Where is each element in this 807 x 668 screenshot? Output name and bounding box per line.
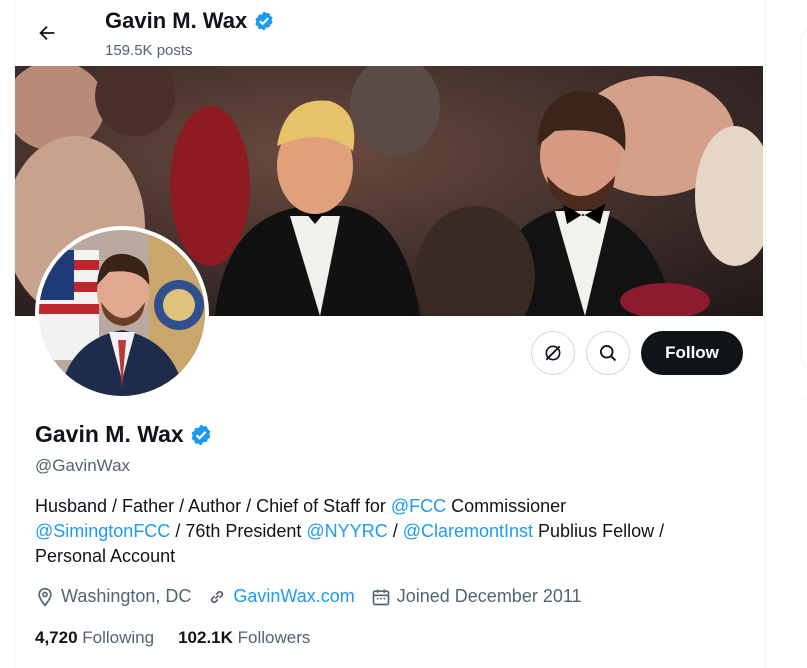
mention-link[interactable]: @SimingtonFCC — [35, 521, 170, 541]
sidebar-divider — [803, 398, 807, 399]
grok-button[interactable] — [531, 331, 575, 375]
arrow-left-icon — [39, 25, 55, 41]
follow-button[interactable]: Follow — [641, 331, 743, 375]
display-name: Gavin M. Wax — [35, 421, 184, 447]
profile-handle: @GavinWax — [35, 456, 131, 475]
location-text: Washington, DC — [61, 586, 192, 606]
calendar-icon — [372, 589, 390, 605]
verified-badge-icon[interactable] — [189, 423, 213, 447]
following-link[interactable]: 4,720 Following — [35, 628, 154, 648]
joined-text: Joined December 2011 — [396, 586, 582, 606]
bio-text: Personal Account — [35, 546, 176, 566]
grok-icon — [545, 345, 561, 361]
header-title: Gavin M. Wax — [105, 8, 275, 34]
bio-text: Publius Fellow / — [533, 521, 665, 541]
avatar[interactable] — [35, 226, 209, 400]
mention-link[interactable]: @FCC — [391, 496, 446, 516]
followers-link[interactable]: 102.1K Followers — [178, 628, 310, 648]
post-count: 159.5K posts — [105, 42, 193, 59]
bio-text: / 76th President — [170, 521, 307, 541]
joined-item: Joined December 2011 — [371, 586, 582, 607]
location-item: Washington, DC — [35, 586, 191, 607]
website-link[interactable]: GavinWax.com — [233, 586, 354, 607]
profile-bio: Husband / Father / Author / Chief of Sta… — [35, 494, 735, 569]
location-pin-icon — [38, 587, 52, 607]
back-button[interactable] — [28, 14, 66, 52]
website-item[interactable]: GavinWax.com — [207, 586, 355, 607]
followers-label: Followers — [237, 628, 311, 647]
link-icon — [211, 590, 224, 603]
following-count: 4,720 — [35, 628, 78, 647]
bio-text: Husband / Father / Author / Chief of Sta… — [35, 496, 391, 516]
header-name: Gavin M. Wax — [105, 8, 248, 33]
mention-link[interactable]: @NYYRC — [306, 521, 387, 541]
profile-name: Gavin M. Wax — [35, 421, 213, 448]
followers-count: 102.1K — [178, 628, 233, 647]
search-icon — [600, 345, 617, 362]
bio-text: Commissioner — [446, 496, 567, 516]
sidebar-card — [801, 28, 807, 370]
verified-badge-icon — [255, 11, 273, 31]
profile-stats: 4,720 Following 102.1K Followers — [35, 628, 334, 648]
bio-text: / — [387, 521, 403, 541]
mention-link[interactable]: @ClaremontInst — [403, 521, 533, 541]
avatar-photo — [39, 230, 205, 396]
following-label: Following — [82, 628, 155, 647]
profile-meta: Washington, DC GavinWax.com Joined Decem… — [35, 586, 598, 607]
search-profile-button[interactable] — [586, 331, 630, 375]
